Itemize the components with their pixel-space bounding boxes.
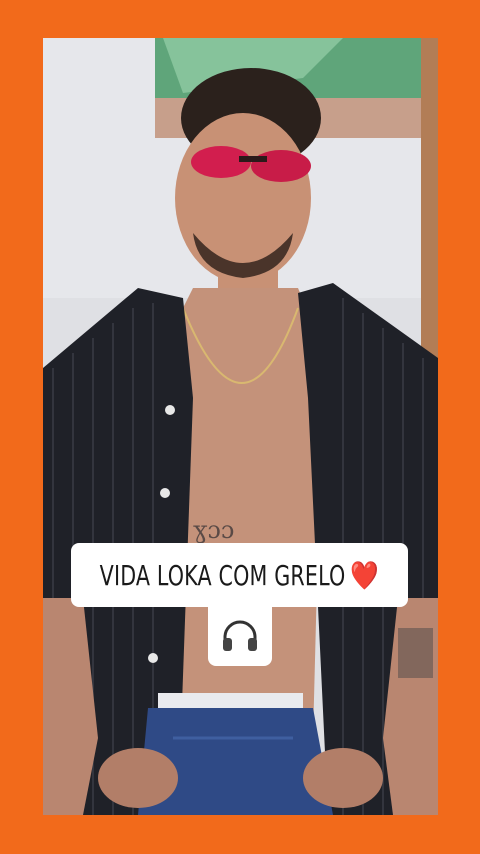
caption-icon-box [208, 606, 272, 666]
caption-text: VIDA LOKA COM GRELO [99, 558, 346, 592]
man-portrait-image: ɣɔɔ [43, 38, 438, 815]
svg-text:ɣɔɔ: ɣɔɔ [193, 516, 234, 544]
headphones-icon [223, 620, 257, 651]
heart-icon: ❤️ [350, 558, 380, 592]
caption-line1: VIDA LOKA COM GRELO ❤️ [100, 559, 379, 592]
photo: ɣɔɔ [43, 38, 438, 815]
caption-box: VIDA LOKA COM GRELO ❤️ [71, 543, 408, 607]
